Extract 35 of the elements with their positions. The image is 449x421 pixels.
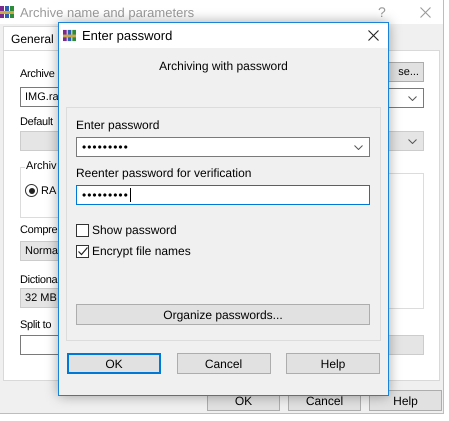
dialog-button[interactable]: OK [67, 353, 161, 374]
dialog-button[interactable]: Cancel [176, 353, 270, 374]
dialog-title: Enter password [82, 28, 174, 43]
field-label: Split to [20, 318, 52, 332]
close-icon [368, 30, 378, 41]
password-field[interactable]: ••••••••• [76, 185, 370, 205]
radio-option[interactable]: RA [25, 184, 60, 197]
checkbox[interactable] [76, 224, 89, 236]
books-icon [0, 5, 14, 19]
books-icon [63, 29, 76, 42]
input-field[interactable] [20, 335, 60, 355]
field-label: Enter password [76, 118, 160, 132]
close-icon [420, 6, 431, 18]
dropdown-field[interactable]: 32 MB [20, 288, 60, 308]
field-label: Default [20, 115, 54, 129]
checkbox[interactable] [76, 244, 89, 258]
dropdown-field[interactable]: Norma [20, 241, 60, 261]
chevron-down-icon [408, 139, 417, 144]
checkbox-option[interactable]: Encrypt file names [76, 244, 370, 258]
dialog-button[interactable]: Help [286, 353, 380, 374]
field-label: Reenter password for verification [76, 166, 252, 180]
password-dropdown[interactable]: ••••••••• [76, 137, 370, 157]
input-field[interactable]: IMG.ra [20, 87, 60, 107]
field-label: Archive [20, 67, 56, 81]
dialog-button[interactable]: Help [369, 390, 442, 411]
group-label: Archiv [25, 160, 58, 172]
dialog-heading: Archiving with password [159, 59, 288, 73]
field-label: Dictiona [20, 273, 59, 287]
checkbox-option[interactable]: Show password [76, 223, 370, 237]
chevron-down-icon [408, 96, 417, 101]
window-title: Archive name and parameters [20, 4, 196, 20]
field-label: Compre [20, 223, 58, 237]
organize-button[interactable]: Organize passwords... [76, 304, 370, 325]
dropdown-field[interactable] [20, 131, 60, 151]
chevron-down-icon [354, 145, 363, 150]
